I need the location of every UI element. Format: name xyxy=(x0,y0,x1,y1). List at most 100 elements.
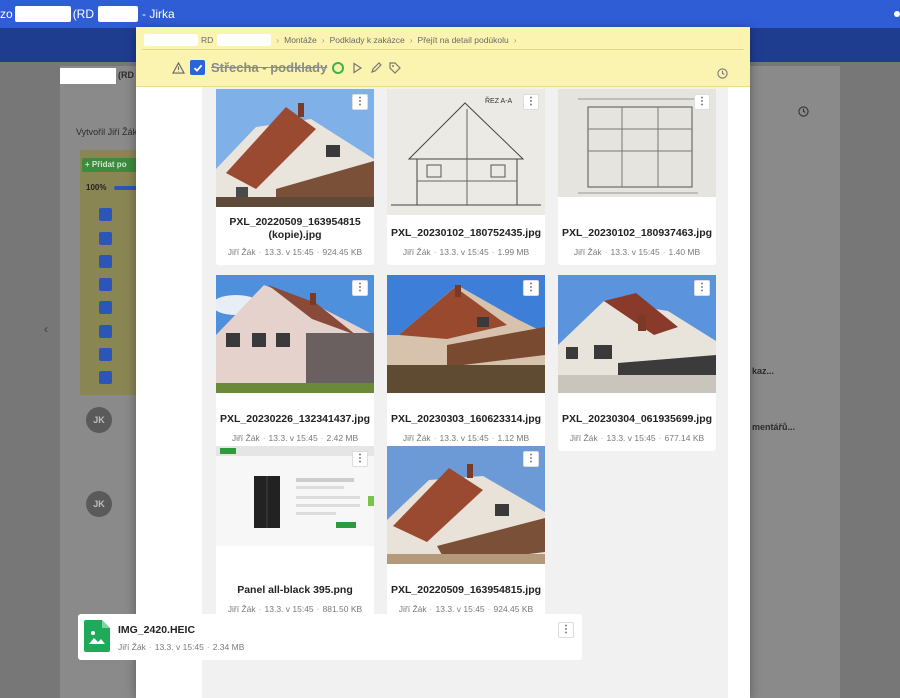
attachment-date: 13.3. v 15:45 xyxy=(439,247,489,257)
attachment-size: 2.42 MB xyxy=(326,433,359,443)
attachment-size: 1.12 MB xyxy=(497,433,530,443)
file-name[interactable]: IMG_2420.HEIC xyxy=(118,624,195,636)
task-title-row: Střecha - podklady xyxy=(172,60,402,75)
divider xyxy=(142,49,744,50)
attachment-card[interactable]: ŘEZ A-A ⋮ PXL_20230102_180752435.jpg Jiří Ž… xyxy=(387,89,545,265)
breadcrumb-item-podklady[interactable]: Podklady k zakázce xyxy=(330,35,405,45)
attachment-card[interactable]: ⋮ PXL_20220509_163954815 (kopie).jpg Jiří … xyxy=(216,89,374,265)
checklist-checkbox[interactable] xyxy=(99,325,112,338)
image-file-icon xyxy=(84,620,110,652)
attachment-size: 677.14 KB xyxy=(664,433,705,443)
attachment-date: 13.3. v 15:45 xyxy=(264,247,314,257)
attachment-name[interactable]: PXL_20230102_180937463.jpg xyxy=(562,227,712,240)
redacted-block xyxy=(98,6,139,22)
attachment-name[interactable]: Panel all-black 395.png xyxy=(220,584,370,597)
more-options-button[interactable]: ⋮ xyxy=(694,94,710,110)
task-title[interactable]: Střecha - podklady xyxy=(211,60,327,75)
clock-icon[interactable] xyxy=(717,68,728,79)
redacted-block xyxy=(217,34,272,46)
svg-text:ŘEZ A-A: ŘEZ A-A xyxy=(485,96,513,105)
attachment-card[interactable]: ⋮ PXL_20230303_160623314.jpg Jiří Žák · 13.3… xyxy=(387,275,545,451)
title-suffix: - Jirka xyxy=(142,7,175,21)
more-options-button[interactable]: ⋮ xyxy=(523,280,539,296)
status-ring-icon[interactable] xyxy=(332,61,345,74)
attachment-card[interactable]: ⋮ PXL_20230102_180937463.jpg Jiří Žák · 13.3… xyxy=(558,89,716,265)
add-item-button[interactable]: + Přidat po xyxy=(82,158,138,172)
attachment-author: Jiří Žák xyxy=(231,433,260,443)
checklist-checkbox[interactable] xyxy=(99,371,112,384)
breadcrumb-separator: › xyxy=(321,35,325,45)
more-options-button[interactable]: ⋮ xyxy=(523,94,539,110)
attachment-thumbnail[interactable] xyxy=(387,275,545,393)
attachment-date: 13.3. v 15:45 xyxy=(610,247,660,257)
attachment-date: 13.3. v 15:45 xyxy=(264,604,314,614)
more-options-button[interactable]: ⋮ xyxy=(558,622,574,638)
breadcrumb-item-montaze[interactable]: Montáže xyxy=(284,35,317,45)
checklist-checkbox[interactable] xyxy=(99,278,112,291)
progress-bar xyxy=(114,186,138,190)
attachment-meta: Jiří Žák · 13.3. v 15:45 · 1.99 MB xyxy=(402,247,530,257)
chevron-left-icon[interactable]: ‹ xyxy=(44,322,48,336)
attachment-meta: Jiří Žák · 13.3. v 15:45 · 1.40 MB xyxy=(573,247,701,257)
checklist-checkbox[interactable] xyxy=(99,255,112,268)
file-meta: Jiří Žák · 13.3. v 15:45 · 2.34 MB xyxy=(118,642,245,652)
redacted-block xyxy=(60,68,116,84)
attachment-date: 13.3. v 15:45 xyxy=(606,433,656,443)
breadcrumb-project[interactable]: RD xyxy=(201,35,213,45)
checklist-checkbox[interactable] xyxy=(99,348,112,361)
attachment-card[interactable]: ⋮ PXL_20230304_061935699.jpg Jiří Žák · 13.3… xyxy=(558,275,716,451)
pencil-icon[interactable] xyxy=(370,61,383,74)
attachment-name[interactable]: PXL_20230303_160623314.jpg xyxy=(391,413,541,426)
attachment-date: 13.3. v 15:45 xyxy=(439,433,489,443)
attachment-date: 13.3. v 15:45 xyxy=(435,604,485,614)
attachment-meta: Jiří Žák · 13.3. v 15:45 · 924.45 KB xyxy=(227,247,363,257)
more-options-button[interactable]: ⋮ xyxy=(352,280,368,296)
attachment-thumbnail[interactable] xyxy=(558,89,716,197)
file-list-item[interactable]: IMG_2420.HEIC Jiří Žák · 13.3. v 15:45 · 2.3… xyxy=(78,614,582,660)
clock-icon xyxy=(798,106,809,117)
attachment-author: Jiří Žák xyxy=(402,433,431,443)
attachment-meta: Jiří Žák · 13.3. v 15:45 · 1.12 MB xyxy=(402,433,530,443)
progress-label: 100% xyxy=(86,183,107,192)
breadcrumb-item-detail[interactable]: Přejít na detail podúkolu xyxy=(418,35,509,45)
breadcrumb: RD › Montáže › Podklady k zakázce › Přej… xyxy=(144,34,522,46)
attachment-name[interactable]: PXL_20230102_180752435.jpg xyxy=(391,227,541,240)
attachment-meta: Jiří Žák · 13.3. v 15:45 · 881.50 KB xyxy=(227,604,363,614)
attachment-author: Jiří Žák xyxy=(227,247,256,257)
background-snippet: kaz... xyxy=(752,366,775,376)
attachment-thumbnail[interactable] xyxy=(558,275,716,393)
redacted-block xyxy=(14,6,71,22)
attachment-card[interactable]: ⋮ PXL_20230226_132341437.jpg Jiří Žák · 13.3… xyxy=(216,275,374,451)
check-icon xyxy=(193,64,202,72)
more-options-button[interactable]: ⋮ xyxy=(352,94,368,110)
window-title-bar: zo (RD - Jirka xyxy=(0,0,900,28)
attachment-name[interactable]: PXL_20220509_163954815.jpg xyxy=(391,584,541,597)
title-prefix: zo xyxy=(0,7,13,21)
checklist-checkbox[interactable] xyxy=(99,232,112,245)
attachment-name[interactable]: PXL_20230304_061935699.jpg xyxy=(562,413,712,426)
tag-icon[interactable] xyxy=(389,61,402,74)
checklist-checkbox[interactable] xyxy=(99,301,112,314)
attachment-thumbnail[interactable] xyxy=(216,446,374,546)
checklist-checkbox[interactable] xyxy=(99,208,112,221)
more-options-button[interactable]: ⋮ xyxy=(523,451,539,467)
attachment-thumbnail[interactable] xyxy=(387,446,545,564)
attachment-card[interactable]: ⋮ PXL_20220509_163954815.jpg Jiří Žák · 13.3… xyxy=(387,446,545,622)
attachment-thumbnail[interactable]: ŘEZ A-A xyxy=(387,89,545,215)
avatar: JK xyxy=(86,491,112,517)
more-options-button[interactable]: ⋮ xyxy=(352,451,368,467)
attachment-card[interactable]: ⋮ Panel all-black 395.png Jiří Žák · 13.3. v… xyxy=(216,446,374,622)
attachment-size: 1.99 MB xyxy=(497,247,530,257)
attachment-name[interactable]: PXL_20230226_132341437.jpg xyxy=(220,413,370,426)
play-icon[interactable] xyxy=(351,61,363,74)
attachment-author: Jiří Žák xyxy=(573,247,602,257)
more-options-button[interactable]: ⋮ xyxy=(694,280,710,296)
attachment-name[interactable]: PXL_20220509_163954815 (kopie).jpg xyxy=(220,216,370,242)
background-checklist: + Přidat po 100% xyxy=(80,150,140,395)
attachment-thumbnail[interactable] xyxy=(216,275,374,393)
background-heading: (RD xyxy=(118,70,134,80)
task-complete-checkbox[interactable] xyxy=(190,60,205,75)
warning-icon[interactable] xyxy=(172,61,185,74)
attachment-thumbnail[interactable] xyxy=(216,89,374,207)
add-item-label: Přidat po xyxy=(91,160,127,169)
